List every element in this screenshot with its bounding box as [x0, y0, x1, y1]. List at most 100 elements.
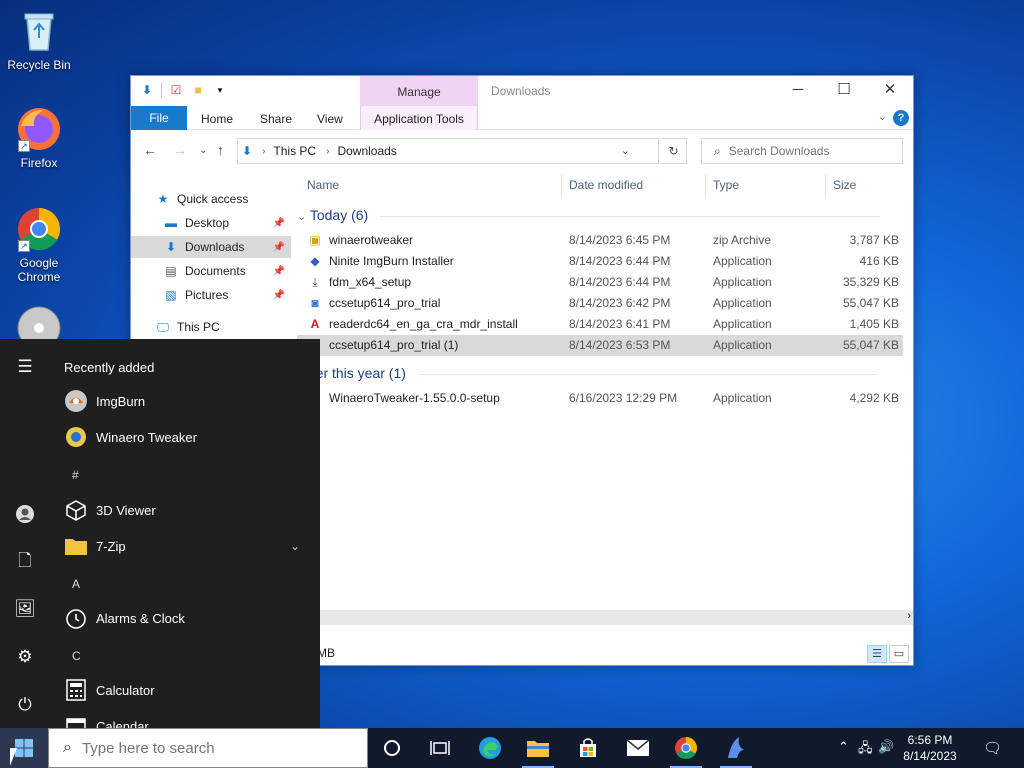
download-arrow-icon[interactable]: ⬇ [139, 82, 155, 98]
show-hidden-icons-chevron-icon[interactable]: ⌃ [838, 739, 849, 755]
nav-item-label: Downloads [185, 240, 245, 254]
title-bar: ⬇ ☑ ■ ▾ Manage Downloads ─ ☐ ✕ [131, 76, 913, 106]
nav-item-desktop[interactable]: ▬ Desktop 📌 [131, 212, 291, 234]
column-header-name[interactable]: Name [307, 170, 339, 200]
chrome-taskbar-icon[interactable] [662, 728, 710, 768]
refresh-button[interactable]: ↻ [661, 138, 687, 164]
breadcrumb-this-pc[interactable]: This PC [273, 144, 316, 158]
file-row-selected[interactable]: ◙ ccsetup614_pro_trial (1) 8/14/2023 6:5… [297, 335, 903, 356]
clock-icon [64, 606, 88, 630]
column-header-size[interactable]: Size [833, 170, 856, 200]
task-view-icon[interactable] [416, 728, 464, 768]
details-view-button[interactable]: ☰ [867, 645, 887, 663]
file-type: Application [713, 317, 772, 331]
user-account-icon[interactable] [0, 495, 50, 531]
breadcrumb-downloads[interactable]: Downloads [337, 144, 396, 158]
address-dropdown-icon[interactable]: ⌄ [621, 144, 630, 157]
horizontal-scrollbar[interactable]: › [297, 610, 913, 625]
letter-header-a[interactable]: A [72, 577, 80, 591]
address-bar[interactable]: ⬇ › This PC › Downloads ⌄ [237, 138, 659, 164]
taskbar-search-input[interactable] [81, 739, 342, 757]
search-input[interactable] [728, 144, 879, 158]
shortcut-arrow-icon: ↗ [18, 240, 30, 252]
pictures-icon[interactable]: 🖼 [0, 591, 50, 627]
large-icons-view-button[interactable]: ▭ [889, 645, 909, 663]
tab-view[interactable]: View [317, 106, 343, 130]
volume-icon[interactable]: 🔊 [878, 739, 894, 755]
group-header-earlier[interactable]: arlier this year (1) [297, 362, 878, 384]
scroll-right-icon[interactable]: › [907, 610, 911, 622]
new-folder-icon[interactable]: ■ [190, 82, 206, 98]
pin-icon: 📌 [272, 217, 285, 229]
back-button[interactable]: ← [143, 142, 157, 158]
maximize-button[interactable]: ☐ [821, 76, 867, 104]
file-row[interactable]: A readerdc64_en_ga_cra_mdr_install 8/14/… [297, 314, 903, 335]
start-app-imgburn[interactable]: ImgBurn [64, 384, 314, 418]
nav-item-label: Desktop [185, 216, 230, 230]
store-icon[interactable] [564, 728, 612, 768]
properties-icon[interactable]: ☑ [168, 82, 184, 98]
start-menu: ☰ 🗋 🖼 ⚙ ⏻ Recently added ImgBurn Winaero… [0, 339, 320, 728]
start-button[interactable] [0, 728, 48, 768]
pin-icon: 📌 [272, 241, 285, 253]
start-app-3d-viewer[interactable]: 3D Viewer [64, 493, 314, 527]
nav-item-pictures[interactable]: ▧ Pictures 📌 [131, 284, 291, 306]
letter-header-hash[interactable]: # [72, 468, 79, 482]
up-button[interactable]: ↑ [217, 142, 224, 158]
nav-item-downloads[interactable]: ⬇ Downloads 📌 [131, 236, 291, 258]
app-label: 7-Zip [96, 538, 126, 554]
start-app-7zip[interactable]: 7-Zip ⌄ [64, 529, 314, 563]
chevron-down-icon[interactable]: ⌄ [290, 539, 300, 553]
desktop-icon-recycle-bin[interactable]: Recycle Bin [6, 8, 72, 72]
edge-icon[interactable] [466, 728, 514, 768]
recent-locations-icon[interactable]: ⌄ [199, 145, 207, 156]
mail-icon[interactable] [614, 728, 662, 768]
app-label: Calculator [96, 682, 155, 698]
customize-dropdown-icon[interactable]: ▾ [212, 82, 228, 98]
desktop-icon-firefox[interactable]: ↗ Firefox [6, 106, 72, 170]
expand-ribbon-icon[interactable]: ⌄ [878, 110, 887, 123]
letter-header-c[interactable]: C [72, 649, 81, 663]
start-app-calculator[interactable]: Calculator [64, 673, 314, 707]
cortana-icon[interactable] [368, 728, 416, 768]
tab-file[interactable]: File [131, 106, 187, 130]
start-app-calendar[interactable]: Calendar [64, 709, 314, 728]
start-app-winaero-tweaker[interactable]: Winaero Tweaker [64, 420, 314, 454]
file-explorer-taskbar-icon[interactable] [514, 728, 562, 768]
file-row[interactable]: ◆ Ninite ImgBurn Installer 8/14/2023 6:4… [297, 251, 903, 272]
column-divider [825, 174, 826, 198]
file-row[interactable]: ◙ ccsetup614_pro_trial 8/14/2023 6:42 PM… [297, 293, 903, 314]
search-icon: ⌕ [63, 739, 72, 756]
documents-icon[interactable]: 🗋 [0, 543, 50, 579]
search-box[interactable]: ⌕ [701, 138, 903, 164]
forward-button[interactable]: → [173, 142, 187, 158]
nav-item-this-pc[interactable]: 🖵 This PC [131, 316, 291, 338]
taskbar-search-box[interactable]: ⌕ [48, 728, 368, 768]
hamburger-menu-icon[interactable]: ☰ [0, 349, 50, 385]
column-header-date[interactable]: Date modified [569, 170, 643, 200]
minimize-button[interactable]: ─ [775, 76, 821, 104]
tab-application-tools[interactable]: Application Tools [360, 106, 478, 130]
notification-center-icon[interactable]: 🗨 [983, 739, 1002, 757]
file-row[interactable]: ▣ winaerotweaker 8/14/2023 6:45 PM zip A… [297, 230, 903, 251]
desktop-icon-chrome[interactable]: ↗ Google Chrome [6, 206, 72, 284]
network-icon[interactable]: 🖧 [858, 739, 873, 761]
help-icon[interactable]: ? [893, 110, 909, 126]
nav-item-quick-access[interactable]: ★ Quick access [131, 188, 291, 210]
manage-contextual-tab[interactable]: Manage [360, 76, 478, 106]
tab-share[interactable]: Share [260, 106, 292, 130]
column-header-type[interactable]: Type [713, 170, 739, 200]
power-icon[interactable]: ⏻ [0, 687, 50, 723]
system-clock[interactable]: 6:56 PM 8/14/2023 [894, 732, 966, 764]
file-row[interactable]: ⤓ WinaeroTweaker-1.55.0.0-setup 6/16/202… [297, 388, 903, 409]
tab-home[interactable]: Home [201, 106, 233, 130]
group-header-today[interactable]: ⌄ Today (6) [297, 204, 881, 226]
nav-item-documents[interactable]: ▤ Documents 📌 [131, 260, 291, 282]
file-name: readerdc64_en_ga_cra_mdr_install [329, 317, 518, 331]
file-row[interactable]: ⤓ fdm_x64_setup 8/14/2023 6:44 PM Applic… [297, 272, 903, 293]
close-button[interactable]: ✕ [867, 76, 913, 104]
start-app-alarms-clock[interactable]: Alarms & Clock [64, 601, 314, 635]
installer-taskbar-icon[interactable] [712, 728, 760, 768]
settings-gear-icon[interactable]: ⚙ [0, 639, 50, 675]
ccleaner-icon: ◙ [311, 296, 319, 310]
